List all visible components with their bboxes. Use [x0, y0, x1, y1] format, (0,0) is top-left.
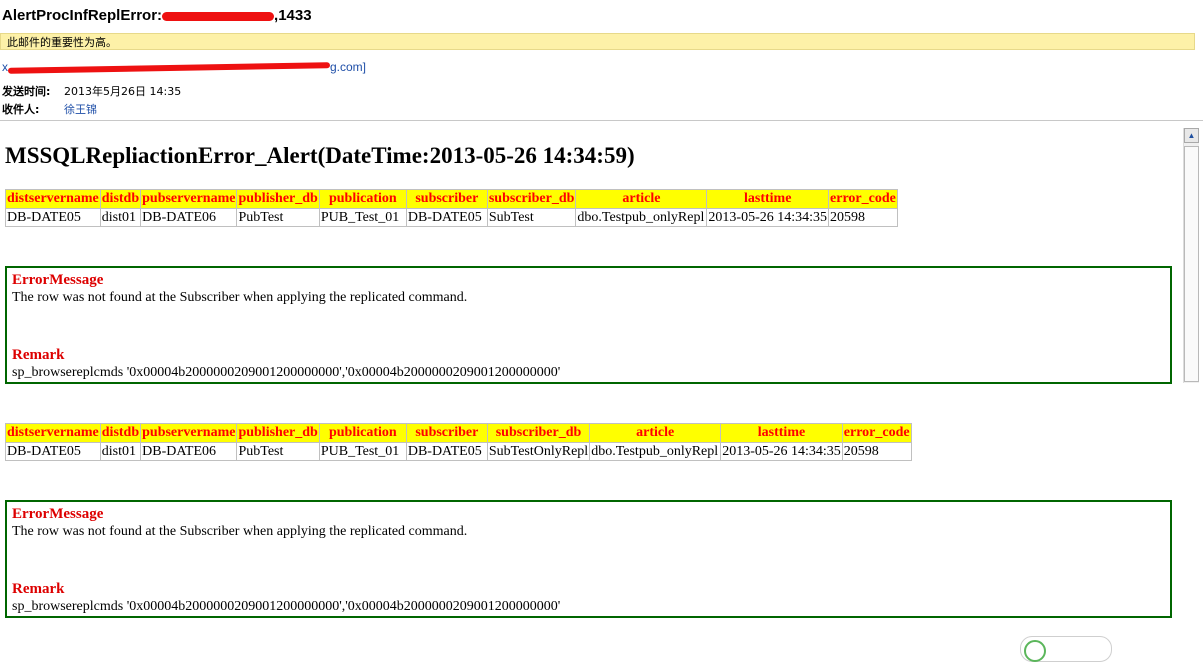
col-header: publication	[318, 423, 407, 443]
table-header-row: distservername distdb pubservername publ…	[5, 189, 898, 209]
table-cell: PubTest	[236, 208, 320, 227]
col-header: distdb	[99, 189, 142, 209]
table-cell: PUB_Test_01	[318, 208, 407, 227]
replication-table-1: distservername distdb pubservername publ…	[5, 189, 898, 227]
table-cell: DB-DATE05	[405, 442, 488, 461]
table-cell: 2013-05-26 14:34:35	[720, 442, 843, 461]
floating-widget[interactable]	[1020, 636, 1112, 662]
remark-heading: Remark	[12, 347, 65, 363]
sender-start: x	[2, 60, 8, 74]
replication-table-2: distservername distdb pubservername publ…	[5, 423, 912, 461]
header-divider	[0, 120, 1203, 121]
table-cell: 20598	[841, 442, 912, 461]
to-label: 收件人:	[2, 103, 40, 116]
col-header: subscriber_db	[486, 189, 577, 209]
table-header-row: distservername distdb pubservername publ…	[5, 423, 912, 443]
sender-address[interactable]: x g.com]	[2, 60, 366, 74]
error-text: The row was not found at the Subscriber …	[12, 524, 468, 539]
remark-text: sp_browsereplcmds '0x00004b2000000209001…	[12, 365, 561, 380]
table-cell: dist01	[99, 208, 142, 227]
col-header: publication	[318, 189, 407, 209]
error-heading: ErrorMessage	[12, 272, 104, 288]
remark-heading: Remark	[12, 581, 65, 597]
col-header: pubservername	[140, 189, 238, 209]
sent-value: 2013年5月26日 14:35	[64, 85, 182, 98]
table-cell: PubTest	[236, 442, 320, 461]
redacted-ip	[162, 11, 275, 21]
table-row: DB-DATE05 dist01 DB-DATE06 PubTest PUB_T…	[5, 208, 898, 227]
col-header: error_code	[828, 189, 898, 209]
col-header: publisher_db	[236, 423, 320, 443]
table-cell: DB-DATE05	[5, 442, 101, 461]
triangle-up-icon[interactable]: ▲	[1184, 128, 1199, 143]
sender-end: g.com]	[330, 60, 367, 74]
table-cell: dbo.Testpub_onlyRepl	[575, 208, 708, 227]
table-cell: DB-DATE06	[140, 208, 238, 227]
table-cell: 2013-05-26 14:34:35	[706, 208, 830, 227]
col-header: lasttime	[706, 189, 830, 209]
table-cell: SubTest	[486, 208, 577, 227]
scroll-thumb[interactable]	[1184, 146, 1199, 382]
sent-time-row: 发送时间: 2013年5月26日 14:35	[2, 83, 181, 99]
error-box-1: ErrorMessage The row was not found at th…	[5, 266, 1172, 384]
col-header: subscriber_db	[486, 423, 591, 443]
error-heading: ErrorMessage	[12, 506, 104, 522]
table-cell: DB-DATE06	[140, 442, 238, 461]
redacted-sender	[7, 62, 331, 74]
recipient-link[interactable]: 徐王锦	[64, 103, 97, 116]
table-cell: 20598	[828, 208, 898, 227]
importance-notice: 此邮件的重要性为高。	[0, 33, 1195, 50]
col-header: distdb	[99, 423, 142, 443]
col-header: article	[589, 423, 722, 443]
col-header: article	[575, 189, 708, 209]
col-header: subscriber	[405, 189, 488, 209]
sent-label: 发送时间:	[2, 85, 51, 98]
col-header: subscriber	[405, 423, 488, 443]
col-header: lasttime	[720, 423, 843, 443]
col-header: error_code	[841, 423, 912, 443]
error-text: The row was not found at the Subscriber …	[12, 290, 468, 305]
recipient-row: 收件人: 徐王锦	[2, 101, 97, 117]
col-header: distservername	[5, 189, 101, 209]
importance-text: 此邮件的重要性为高。	[7, 36, 117, 49]
status-ring-icon	[1024, 640, 1046, 662]
subject-suffix: ,1433	[274, 7, 312, 24]
alert-title: MSSQLRepliactionError_Alert(DateTime:201…	[5, 143, 635, 168]
table-row: DB-DATE05 dist01 DB-DATE06 PubTest PUB_T…	[5, 442, 912, 461]
table-cell: dbo.Testpub_onlyRepl	[589, 442, 722, 461]
remark-text: sp_browsereplcmds '0x00004b2000000209001…	[12, 599, 561, 614]
body-scrollbar[interactable]: ▲	[1183, 128, 1199, 383]
table-cell: DB-DATE05	[5, 208, 101, 227]
table-cell: SubTestOnlyRepl	[486, 442, 591, 461]
col-header: distservername	[5, 423, 101, 443]
subject-prefix: AlertProcInfReplError:	[2, 7, 163, 24]
col-header: pubservername	[140, 423, 238, 443]
table-cell: PUB_Test_01	[318, 442, 407, 461]
error-box-2: ErrorMessage The row was not found at th…	[5, 500, 1172, 618]
email-subject: AlertProcInfReplError: ,1433	[2, 7, 312, 24]
table-cell: DB-DATE05	[405, 208, 488, 227]
table-cell: dist01	[99, 442, 142, 461]
col-header: publisher_db	[236, 189, 320, 209]
